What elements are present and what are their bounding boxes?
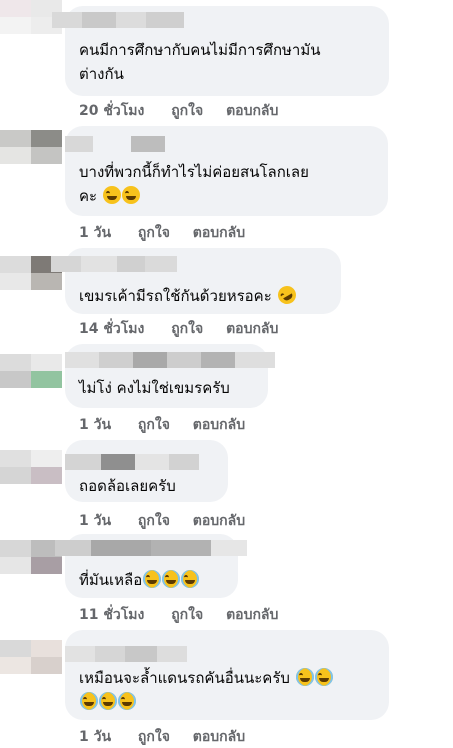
joy-icon <box>143 570 162 588</box>
author-name-redacted[interactable] <box>65 136 165 152</box>
comment-timestamp[interactable]: 1 วัน <box>79 513 111 529</box>
avatar[interactable] <box>0 450 62 484</box>
grin-sweat-icon <box>102 186 121 204</box>
comment-bubble: เขมรเค้ามีรถใช้กันด้วยหรอคะ <box>51 248 341 314</box>
author-name-redacted[interactable] <box>65 646 187 662</box>
rofl-icon <box>274 282 299 308</box>
comment-text: ที่มันเหลือ <box>79 568 228 592</box>
comment-actions: 14 ชั่วโมง ถูกใจ ตอบกลับ <box>79 318 296 340</box>
comment-text-body: ที่มันเหลือ <box>79 571 143 589</box>
comment-actions: 20 ชั่วโมง ถูกใจ ตอบกลับ <box>79 100 296 122</box>
comment-actions: 1 วัน ถูกใจ ตอบกลับ <box>79 726 263 748</box>
comment-timestamp[interactable]: 14 ชั่วโมง <box>79 321 144 337</box>
comment-text: คนมีการศึกษากับคนไม่มีการศึกษามัน ต่างกั… <box>79 41 321 83</box>
comment-timestamp[interactable]: 1 วัน <box>79 225 111 241</box>
avatar[interactable] <box>0 130 62 164</box>
comment-actions: 1 วัน ถูกใจ ตอบกลับ <box>79 222 263 244</box>
joy-icon <box>80 692 98 710</box>
avatar[interactable] <box>0 540 62 574</box>
like-button[interactable]: ถูกใจ <box>138 417 170 433</box>
joy-icon <box>295 668 314 686</box>
grin-sweat-icon <box>121 186 140 204</box>
like-button[interactable]: ถูกใจ <box>138 225 170 241</box>
comment-bubble: คนมีการศึกษากับคนไม่มีการศึกษามัน ต่างกั… <box>52 6 389 96</box>
comment-timestamp[interactable]: 1 วัน <box>79 417 111 433</box>
comment-actions: 11 ชั่วโมง ถูกใจ ตอบกลับ <box>79 604 296 626</box>
like-button[interactable]: ถูกใจ <box>138 513 170 529</box>
author-name-redacted[interactable] <box>65 352 275 368</box>
reply-button[interactable]: ตอบกลับ <box>226 321 278 337</box>
joy-icon <box>314 668 333 686</box>
reply-button[interactable]: ตอบกลับ <box>193 513 245 529</box>
comment-timestamp[interactable]: 11 ชั่วโมง <box>79 607 144 623</box>
comment-text: เขมรเค้ามีรถใช้กันด้วยหรอคะ <box>79 282 331 308</box>
joy-icon <box>162 570 181 588</box>
comment-timestamp[interactable]: 1 วัน <box>79 729 111 745</box>
like-button[interactable]: ถูกใจ <box>171 607 203 623</box>
comment-text-body: เหมือนจะล้ำแดนรถคันอื่นนะครับ <box>79 669 290 687</box>
joy-icon <box>99 692 117 710</box>
joy-icon <box>181 570 200 588</box>
joy-icon <box>118 692 136 710</box>
author-name-redacted[interactable] <box>55 540 247 556</box>
comment-bubble: เหมือนจะล้ำแดนรถคันอื่นนะครับ <box>65 630 389 720</box>
comment-text: ไม่โง่ คงไม่ใช่เขมรครับ <box>79 379 230 397</box>
reply-button[interactable]: ตอบกลับ <box>193 417 245 433</box>
like-button[interactable]: ถูกใจ <box>138 729 170 745</box>
reply-button[interactable]: ตอบกลับ <box>226 607 278 623</box>
reply-button[interactable]: ตอบกลับ <box>193 729 245 745</box>
avatar[interactable] <box>0 354 62 388</box>
comment-bubble: บางที่พวกนี้ก็ทำไรไม่ค่อยสนโลกเลย คะ <box>65 126 388 216</box>
comment-text: เหมือนจะล้ำแดนรถคันอื่นนะครับ <box>79 666 379 714</box>
author-name-redacted[interactable] <box>65 454 199 470</box>
comment-bubble: ถอดล้อเลยครับ <box>65 440 228 502</box>
avatar[interactable] <box>0 640 62 674</box>
reply-button[interactable]: ตอบกลับ <box>226 103 278 119</box>
comment-text: บางที่พวกนี้ก็ทำไรไม่ค่อยสนโลกเลย คะ <box>79 160 378 208</box>
comment-actions: 1 วัน ถูกใจ ตอบกลับ <box>79 510 263 532</box>
comment-text-body: เขมรเค้ามีรถใช้กันด้วยหรอคะ <box>79 287 272 305</box>
comment-timestamp[interactable]: 20 ชั่วโมง <box>79 103 144 119</box>
like-button[interactable]: ถูกใจ <box>171 321 203 337</box>
comment-actions: 1 วัน ถูกใจ ตอบกลับ <box>79 414 263 436</box>
comment-bubble: ที่มันเหลือ <box>55 534 247 598</box>
like-button[interactable]: ถูกใจ <box>171 103 203 119</box>
reply-button[interactable]: ตอบกลับ <box>193 225 245 241</box>
comment-text: ถอดล้อเลยครับ <box>79 477 176 495</box>
author-name-redacted[interactable] <box>51 256 177 272</box>
author-name-redacted[interactable] <box>52 12 184 28</box>
comment-bubble: ไม่โง่ คงไม่ใช่เขมรครับ <box>65 344 275 408</box>
